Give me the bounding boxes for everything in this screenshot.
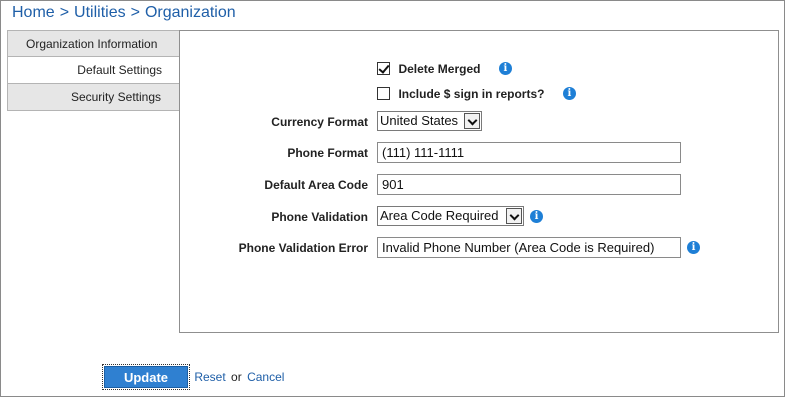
delete-merged-checkbox[interactable]	[377, 62, 390, 76]
info-icon[interactable]: i	[562, 87, 576, 101]
default-area-code-input[interactable]: 901	[377, 174, 681, 195]
settings-tabs: Organization Information Default Setting…	[7, 30, 180, 111]
info-icon[interactable]: i	[498, 62, 512, 76]
tab-default-settings[interactable]: Default Settings	[7, 57, 180, 84]
breadcrumb-separator: >	[130, 4, 140, 21]
reset-link[interactable]: Reset	[194, 370, 225, 384]
phone-validation-select[interactable]: Area Code Required	[377, 206, 524, 226]
phone-validation-error-input[interactable]: Invalid Phone Number (Area Code is Requi…	[377, 237, 681, 258]
default-settings-panel: Delete Merged i Include $ sign in report…	[179, 30, 779, 333]
default-area-code-label: Default Area Code	[264, 178, 368, 192]
breadcrumb-separator: >	[59, 4, 70, 21]
delete-merged-label: Delete Merged	[398, 61, 481, 76]
breadcrumb-utilities[interactable]: Utilities	[74, 4, 126, 21]
tab-security-settings[interactable]: Security Settings	[7, 84, 180, 111]
phone-validation-error-row: Phone Validation Error Invalid Phone Num…	[180, 237, 780, 261]
currency-format-label: Currency Format	[271, 115, 368, 129]
include-dollar-row: Include $ sign in reports? i	[377, 85, 576, 105]
currency-format-select[interactable]: United States	[377, 111, 482, 131]
update-button[interactable]: Update	[102, 364, 190, 390]
currency-format-value: United States	[380, 113, 459, 128]
phone-validation-label: Phone Validation	[271, 210, 368, 224]
phone-validation-error-label: Phone Validation Error	[238, 241, 368, 255]
currency-format-row: Currency Format United States	[180, 111, 780, 135]
info-icon[interactable]: i	[687, 241, 700, 254]
info-icon[interactable]: i	[530, 210, 543, 223]
phone-validation-row: Phone Validation Area Code Required i	[180, 206, 780, 230]
include-dollar-checkbox[interactable]	[377, 87, 390, 101]
phone-format-label: Phone Format	[287, 146, 368, 160]
phone-format-input[interactable]: (111) 111-1111	[377, 142, 681, 163]
breadcrumb-home[interactable]: Home	[12, 4, 55, 21]
cancel-link[interactable]: Cancel	[247, 370, 284, 384]
chevron-down-icon	[464, 113, 480, 129]
phone-format-row: Phone Format (111) 111-1111	[180, 142, 780, 166]
form-actions: Update Reset or Cancel	[102, 364, 284, 390]
breadcrumb-organization[interactable]: Organization	[145, 4, 236, 21]
include-dollar-label: Include $ sign in reports?	[398, 86, 545, 101]
delete-merged-row: Delete Merged i	[377, 60, 512, 80]
breadcrumb: Home > Utilities > Organization	[12, 4, 236, 22]
tab-organization-information[interactable]: Organization Information	[7, 30, 180, 57]
phone-validation-value: Area Code Required	[380, 208, 499, 223]
chevron-down-icon	[506, 208, 522, 224]
default-area-code-row: Default Area Code 901	[180, 174, 780, 198]
or-text: or	[231, 370, 242, 384]
